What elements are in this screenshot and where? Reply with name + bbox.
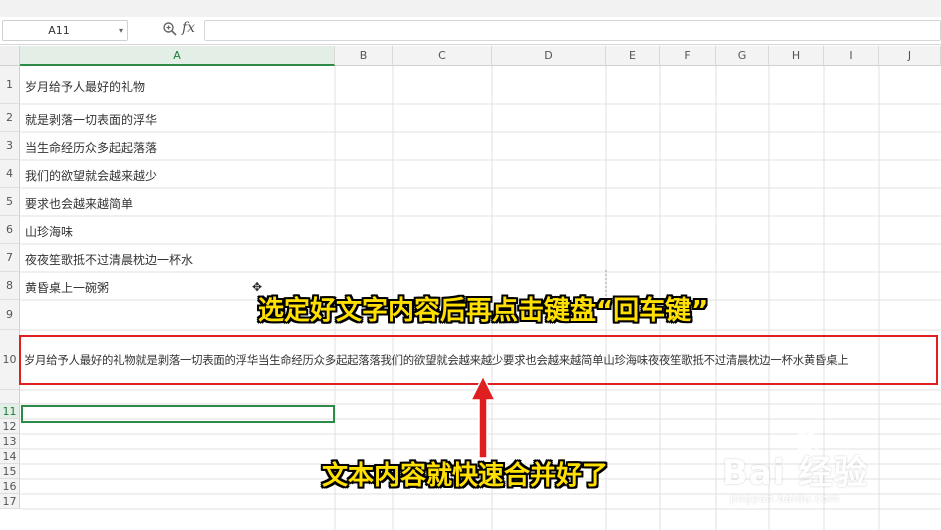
cell-a4[interactable]: 我们的欲望就会越来越少: [25, 167, 157, 184]
row-header-17[interactable]: 17: [0, 494, 20, 509]
row-header-2[interactable]: 2: [0, 104, 20, 132]
app-toolbar-strip: [0, 0, 941, 18]
baidu-watermark: Bai 经验 jingyan.baidu.com: [722, 445, 868, 505]
row-header-11[interactable]: 11: [0, 404, 20, 419]
row-header-16[interactable]: 16: [0, 479, 20, 494]
column-header-h[interactable]: H: [769, 46, 824, 66]
row-header-9[interactable]: 9: [0, 300, 20, 330]
cell-a7[interactable]: 夜夜笙歌抵不过清晨枕边一杯水: [25, 251, 193, 268]
function-fx-icon[interactable]: fx: [182, 20, 195, 36]
row-header-8[interactable]: 8: [0, 272, 20, 300]
red-arrow-icon: [469, 374, 497, 459]
zoom-search-icon[interactable]: [162, 21, 178, 37]
cell-a10-merged-text[interactable]: 岁月给予人最好的礼物就是剥落一切表面的浮华当生命经历众多起起落落我们的欲望就会越…: [24, 352, 849, 368]
row-header-15[interactable]: 15: [0, 464, 20, 479]
column-header-g[interactable]: G: [716, 46, 769, 66]
select-all-corner[interactable]: [0, 46, 20, 66]
formula-bar: A11 ▾ fx: [0, 17, 941, 45]
column-header-e[interactable]: E: [606, 46, 660, 66]
watermark-brand: Bai 经验: [722, 453, 869, 493]
cell-a6[interactable]: 山珍海味: [25, 223, 73, 240]
cell-a8[interactable]: 黄昏桌上一碗粥: [25, 279, 109, 296]
row-header-14[interactable]: 14: [0, 449, 20, 464]
column-header-b[interactable]: B: [335, 46, 393, 66]
name-box[interactable]: A11 ▾: [2, 20, 128, 41]
cell-a2[interactable]: 就是剥落一切表面的浮华: [25, 111, 157, 128]
cell-a1[interactable]: 岁月给予人最好的礼物: [25, 78, 145, 95]
formula-input[interactable]: [204, 20, 941, 41]
row-header-12[interactable]: 12: [0, 419, 20, 434]
row-header-5[interactable]: 5: [0, 188, 20, 216]
column-header-d[interactable]: D: [492, 46, 606, 66]
chevron-down-icon[interactable]: ▾: [119, 21, 123, 40]
result-caption: 文本内容就快速合并好了: [322, 461, 609, 491]
row-header-6[interactable]: 6: [0, 216, 20, 244]
row-header-spacer: [0, 390, 20, 404]
row-header-3[interactable]: 3: [0, 132, 20, 160]
column-header-c[interactable]: C: [393, 46, 492, 66]
column-header-a[interactable]: A: [20, 46, 335, 66]
row-header-4[interactable]: 4: [0, 160, 20, 188]
row-header-7[interactable]: 7: [0, 244, 20, 272]
cell-a5[interactable]: 要求也会越来越简单: [25, 195, 133, 212]
active-cell-a11[interactable]: [21, 405, 335, 423]
column-header-j[interactable]: J: [879, 46, 941, 66]
row-header-10[interactable]: 10: [0, 330, 20, 390]
column-header-i[interactable]: I: [824, 46, 879, 66]
watermark-url: jingyan.baidu.com: [730, 492, 841, 505]
name-box-value: A11: [48, 24, 70, 37]
row-header-13[interactable]: 13: [0, 434, 20, 449]
cell-a3[interactable]: 当生命经历众多起起落落: [25, 139, 157, 156]
column-header-f[interactable]: F: [660, 46, 716, 66]
row-header-1[interactable]: 1: [0, 66, 20, 104]
instruction-caption: 选定好文字内容后再点击键盘“回车键”: [258, 296, 709, 326]
